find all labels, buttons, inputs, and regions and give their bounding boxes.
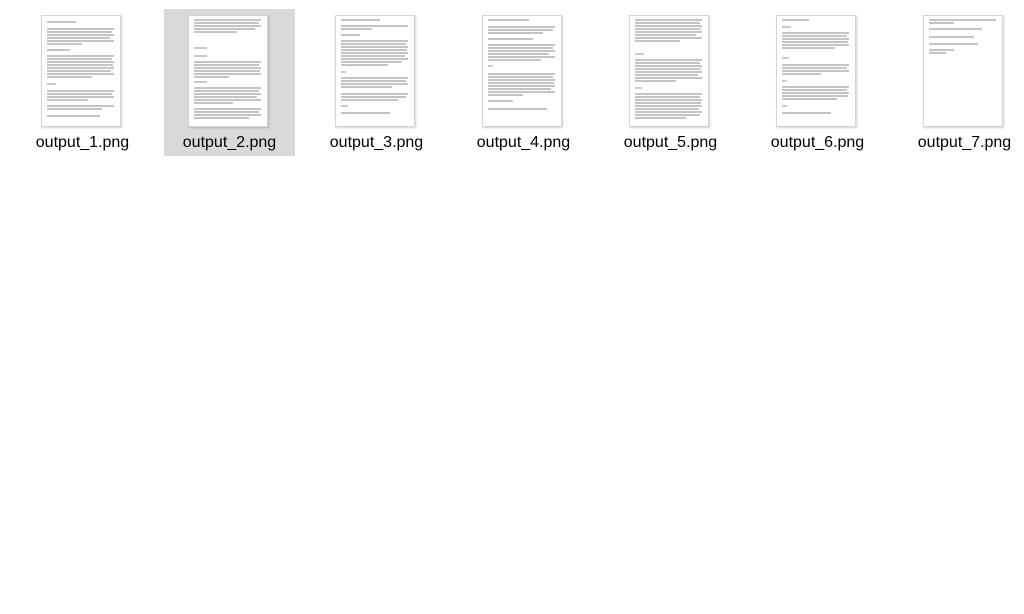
file-item-output-1[interactable]: output_1.png bbox=[17, 9, 148, 156]
document-thumbnail-icon bbox=[482, 15, 562, 127]
file-name-label: output_3.png bbox=[329, 134, 424, 151]
thumbnail-page-lines bbox=[929, 19, 996, 54]
thumbnail-page-lines bbox=[47, 21, 114, 117]
file-name-label: output_6.png bbox=[770, 134, 865, 151]
document-thumbnail-icon bbox=[41, 15, 121, 127]
file-item-output-6[interactable]: output_6.png bbox=[752, 9, 883, 156]
thumbnail-page-lines bbox=[488, 19, 555, 110]
file-item-output-2[interactable]: output_2.png bbox=[164, 9, 295, 156]
file-name-label: output_7.png bbox=[917, 134, 1012, 151]
file-item-output-3[interactable]: output_3.png bbox=[311, 9, 442, 156]
thumbnail-page-lines bbox=[782, 19, 849, 114]
document-thumbnail-icon bbox=[629, 15, 709, 127]
document-thumbnail-icon bbox=[188, 15, 268, 127]
file-name-label: output_2.png bbox=[182, 134, 277, 151]
file-grid: output_1.png output_2.png output_3.png o… bbox=[0, 0, 1024, 614]
document-thumbnail-icon bbox=[776, 15, 856, 127]
thumbnail-page-lines bbox=[635, 19, 702, 119]
document-thumbnail-icon bbox=[335, 15, 415, 127]
file-name-label: output_4.png bbox=[476, 134, 571, 151]
file-item-output-7[interactable]: output_7.png bbox=[899, 9, 1024, 156]
thumbnail-page-lines bbox=[194, 19, 261, 119]
file-name-label: output_5.png bbox=[623, 134, 718, 151]
file-name-label: output_1.png bbox=[35, 134, 130, 151]
document-thumbnail-icon bbox=[923, 15, 1003, 127]
thumbnail-page-lines bbox=[341, 19, 408, 114]
file-item-output-5[interactable]: output_5.png bbox=[605, 9, 736, 156]
file-item-output-4[interactable]: output_4.png bbox=[458, 9, 589, 156]
